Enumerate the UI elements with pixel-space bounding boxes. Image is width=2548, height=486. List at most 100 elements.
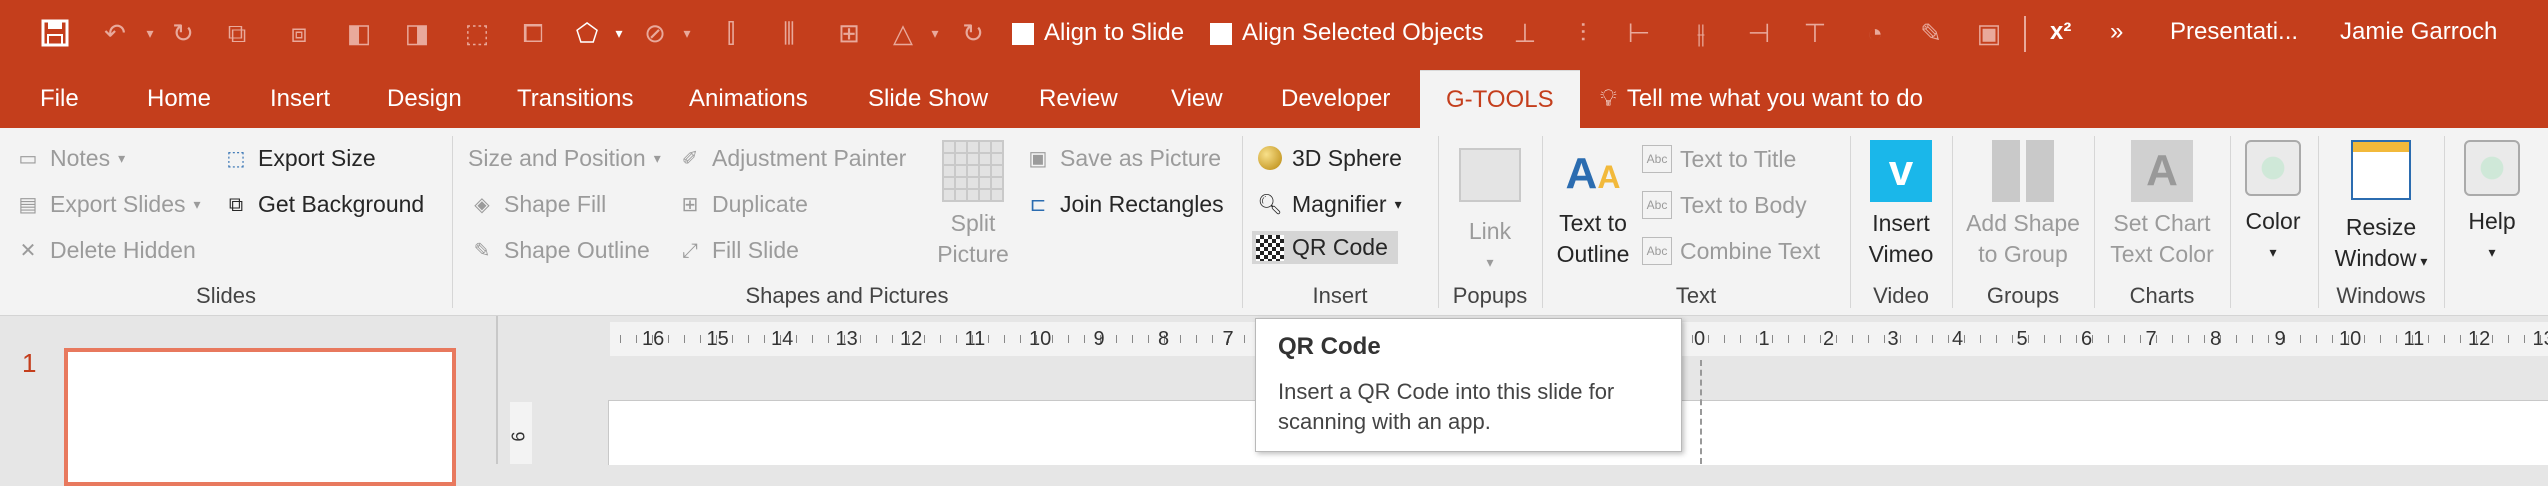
- qr-code-tooltip: QR Code Insert a QR Code into this slide…: [1255, 318, 1682, 452]
- split-picture-button[interactable]: Split Picture: [930, 140, 1016, 270]
- align-top-icon[interactable]: ⊤: [1800, 18, 1830, 48]
- bring-forward-icon[interactable]: ⧉: [222, 18, 252, 48]
- magnifier-button[interactable]: 🔍︎Magnifier▾: [1256, 191, 1402, 218]
- save-as-picture-button[interactable]: ▣Save as Picture: [1024, 145, 1221, 172]
- tab-transitions[interactable]: Transitions: [517, 70, 633, 128]
- size-position-label: Size and Position: [468, 145, 646, 172]
- refresh-icon[interactable]: ↻: [958, 18, 988, 48]
- resize-window-button[interactable]: Resize Window ▾: [2326, 140, 2436, 277]
- help-button[interactable]: Help ▾: [2452, 140, 2532, 268]
- text-to-title-button[interactable]: AbcText to Title: [1642, 145, 1796, 173]
- text-to-outline-label-2: Outline: [1548, 239, 1638, 270]
- align-center-horizontal-icon[interactable]: ⫲: [1686, 18, 1716, 48]
- qr-code-button[interactable]: QR Code: [1252, 231, 1398, 264]
- color-button[interactable]: Color ▾: [2236, 140, 2310, 268]
- abc-icon: Abc: [1642, 191, 1672, 219]
- slide-number: 1: [22, 348, 36, 379]
- get-background-button[interactable]: ⧉Get Background: [222, 191, 424, 218]
- tab-home[interactable]: Home: [147, 70, 211, 128]
- get-background-label: Get Background: [258, 191, 424, 218]
- user-name[interactable]: Jamie Garroch: [2340, 18, 2497, 46]
- link-button[interactable]: Link ▾: [1450, 148, 1530, 278]
- tab-insert[interactable]: Insert: [270, 70, 330, 128]
- merge-shapes-icon[interactable]: ⊘: [640, 18, 670, 48]
- thumbnail-pane: 1: [0, 316, 496, 464]
- pane-splitter[interactable]: [496, 316, 498, 464]
- 3d-sphere-button[interactable]: 3D Sphere: [1256, 145, 1402, 172]
- align-left-icon[interactable]: ⊢: [1624, 18, 1654, 48]
- tell-me-search[interactable]: 💡︎Tell me what you want to do: [1600, 70, 1923, 128]
- tab-view[interactable]: View: [1171, 70, 1223, 128]
- save-icon[interactable]: [40, 18, 70, 48]
- tab-g-tools[interactable]: G-TOOLS: [1420, 70, 1580, 129]
- align-selected-checkbox[interactable]: Align Selected Objects: [1210, 19, 1483, 47]
- align-to-slide-checkbox[interactable]: Align to Slide: [1012, 19, 1184, 47]
- charts-group-label: Charts: [2094, 283, 2230, 309]
- magnifier-label: Magnifier: [1292, 191, 1387, 218]
- align-bottom-icon[interactable]: ⊥: [1510, 18, 1540, 48]
- group-separator: [2444, 136, 2445, 308]
- align-right-icon[interactable]: ⊣: [1744, 18, 1774, 48]
- export-size-button[interactable]: ⬚Export Size: [222, 145, 376, 172]
- redo-icon[interactable]: ↻: [168, 18, 198, 48]
- join-rectangles-label: Join Rectangles: [1060, 191, 1224, 218]
- picture-icon[interactable]: ▣: [1974, 18, 2004, 48]
- text-to-body-button[interactable]: AbcText to Body: [1642, 191, 1807, 219]
- export-slides-button[interactable]: ▤Export Slides▾: [14, 191, 201, 218]
- tab-design[interactable]: Design: [387, 70, 462, 128]
- group-icon[interactable]: ⧈: [284, 18, 314, 48]
- shapes-icon[interactable]: ⬠: [572, 18, 602, 48]
- video-group-label: Video: [1850, 283, 1952, 309]
- tab-developer[interactable]: Developer: [1281, 70, 1390, 128]
- document-title: Presentati...: [2170, 18, 2298, 46]
- text-to-title-label: Text to Title: [1680, 146, 1796, 173]
- size-position-button[interactable]: Size and Position▾: [468, 145, 661, 172]
- adjustment-painter-button[interactable]: ✐Adjustment Painter: [676, 145, 906, 172]
- tab-review[interactable]: Review: [1039, 70, 1118, 128]
- pencil-icon: ✎: [468, 238, 496, 264]
- slide-thumbnail[interactable]: [64, 348, 456, 486]
- rotate-dropdown-icon[interactable]: ▾: [920, 18, 950, 48]
- select-pane-icon[interactable]: ⬚: [462, 18, 492, 48]
- notes-icon: ▭: [14, 146, 42, 172]
- distribute-horizontal-icon[interactable]: ⫼: [774, 18, 804, 48]
- undo-icon[interactable]: ↶: [100, 18, 130, 48]
- text-outline-icon: AA: [1548, 140, 1638, 208]
- arrange-icon[interactable]: ◨: [402, 18, 432, 48]
- add-shape-to-group-button[interactable]: Add Shape to Group: [1958, 140, 2088, 270]
- shape-outline-button[interactable]: ✎Shape Outline: [468, 237, 650, 264]
- ruler-tick-label: 2: [1823, 328, 1834, 351]
- send-backward-icon[interactable]: ◧: [344, 18, 374, 48]
- join-rectangles-button[interactable]: ⊏Join Rectangles: [1024, 191, 1224, 218]
- more-commands-button[interactable]: »: [2110, 18, 2123, 46]
- fill-slide-button[interactable]: ⤢Fill Slide: [676, 237, 799, 264]
- distribute-vertical-icon[interactable]: ⫿: [716, 18, 746, 48]
- combine-text-button[interactable]: AbcCombine Text: [1642, 237, 1820, 265]
- superscript-button[interactable]: x²: [2050, 18, 2071, 46]
- text-to-outline-button[interactable]: AA Text to Outline: [1548, 140, 1638, 270]
- shapes-dropdown-icon[interactable]: ▾: [604, 18, 634, 48]
- align-center-icon[interactable]: ⫶: [1568, 18, 1598, 48]
- ruler-tick-label: 16: [642, 328, 664, 351]
- duplicate-icon: ⊞: [676, 192, 704, 218]
- set-chart-text-color-button[interactable]: A Set Chart Text Color: [2100, 140, 2224, 270]
- tab-animations[interactable]: Animations: [689, 70, 808, 128]
- duplicate-button[interactable]: ⊞Duplicate: [676, 191, 808, 218]
- tab-file[interactable]: File: [40, 70, 79, 128]
- undo-dropdown-icon[interactable]: ▾: [135, 18, 165, 48]
- save-picture-icon: ▣: [1024, 146, 1052, 172]
- delete-hidden-button[interactable]: ✕Delete Hidden: [14, 237, 196, 264]
- sphere-icon: [1256, 146, 1284, 172]
- shape-fill-button[interactable]: ◈Shape Fill: [468, 191, 606, 218]
- insert-vimeo-button[interactable]: v Insert Vimeo: [1856, 140, 1946, 270]
- wrench-icon[interactable]: ✎: [1916, 18, 1946, 48]
- ungroup-icon[interactable]: ⧠: [518, 18, 548, 48]
- tab-slide-show[interactable]: Slide Show: [868, 70, 988, 128]
- pie-icon[interactable]: ◔: [1860, 18, 1890, 48]
- tooltip-line-2: scanning with an app.: [1278, 407, 1614, 437]
- shapes-pictures-group-label: Shapes and Pictures: [452, 283, 1242, 309]
- merge-dropdown-icon[interactable]: ▾: [672, 18, 702, 48]
- rotate-icon[interactable]: △: [888, 18, 918, 48]
- notes-button[interactable]: ▭Notes▾: [14, 145, 125, 172]
- align-middle-icon[interactable]: ⊞: [834, 18, 864, 48]
